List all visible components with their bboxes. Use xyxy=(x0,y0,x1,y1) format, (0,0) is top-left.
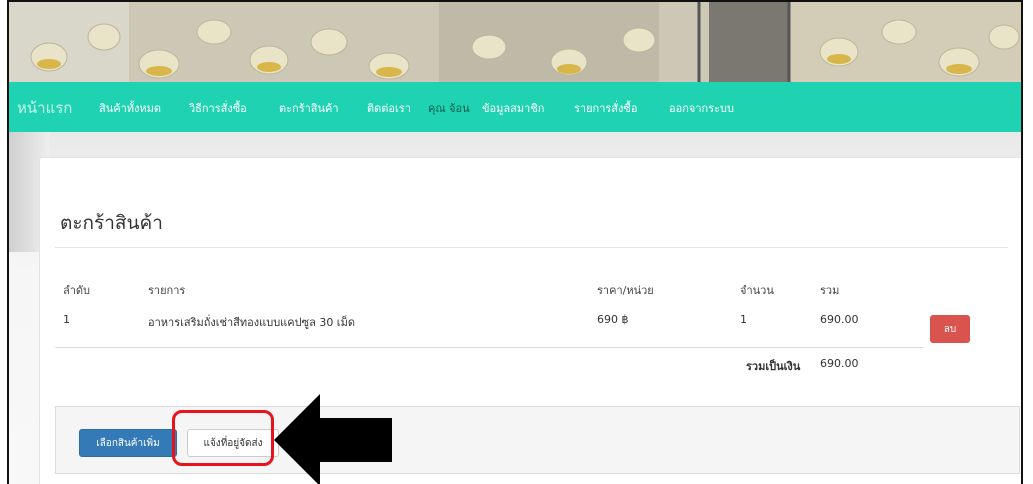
nav-logout-link[interactable]: ออกจากระบบ xyxy=(669,99,734,117)
row-divider xyxy=(55,347,923,348)
cart-actions-footer: เลือกสินค้าเพิ่ม แจ้งที่อยู่จัดส่ง xyxy=(55,406,1020,474)
title-divider xyxy=(55,247,1008,248)
shipping-address-button[interactable]: แจ้งที่อยู่จัดส่ง xyxy=(187,429,279,457)
nav-order-list-link[interactable]: รายการสั่งซื้อ xyxy=(574,99,637,117)
column-header-quantity: จำนวน xyxy=(740,284,774,297)
column-header-total: รวม xyxy=(820,284,840,297)
banner-jars-illustration xyxy=(9,2,1021,82)
cart-panel: ตะกร้าสินค้า ลำดับ รายการ ราคา/หน่วย จำน… xyxy=(39,157,1021,484)
nav-home-link[interactable]: หน้าแรก xyxy=(17,96,72,120)
nav-contact-link[interactable]: ติดต่อเรา xyxy=(367,99,411,117)
browser-frame: หน้าแรก สินค้าทั้งหมด วิธีการสั่งซื้อ ตะ… xyxy=(7,0,1023,484)
main-navbar: หน้าแรก สินค้าทั้งหมด วิธีการสั่งซื้อ ตะ… xyxy=(9,82,1021,132)
nav-member-info-link[interactable]: ข้อมูลสมาชิก xyxy=(482,99,544,117)
grand-total-value: 690.00 xyxy=(820,357,859,370)
row-order-number: 1 xyxy=(63,313,70,326)
row-item-name: อาหารเสริมถั่งเช่าสีทองแบบแคปซูล 30 เม็ด xyxy=(148,316,355,329)
column-header-unit-price: ราคา/หน่วย xyxy=(597,284,654,297)
delete-item-button[interactable]: ลบ xyxy=(930,315,970,343)
continue-shopping-button[interactable]: เลือกสินค้าเพิ่ม xyxy=(79,429,177,457)
column-header-order: ลำดับ xyxy=(63,284,91,297)
column-header-item: รายการ xyxy=(148,284,186,297)
row-quantity: 1 xyxy=(740,313,747,326)
header-banner-image xyxy=(9,2,1021,82)
page-title: ตะกร้าสินค้า xyxy=(60,212,163,234)
nav-cart-link[interactable]: ตะกร้าสินค้า xyxy=(279,99,339,117)
row-unit-price: 690 ฿ xyxy=(597,313,629,326)
grand-total-label: รวมเป็นเงิน xyxy=(746,360,801,373)
nav-how-to-order-link[interactable]: วิธีการสั่งซื้อ xyxy=(189,99,247,117)
nav-all-products-link[interactable]: สินค้าทั้งหมด xyxy=(99,99,161,117)
nav-user-greeting: คุณ จ้อน xyxy=(428,102,470,115)
row-total: 690.00 xyxy=(820,313,859,326)
